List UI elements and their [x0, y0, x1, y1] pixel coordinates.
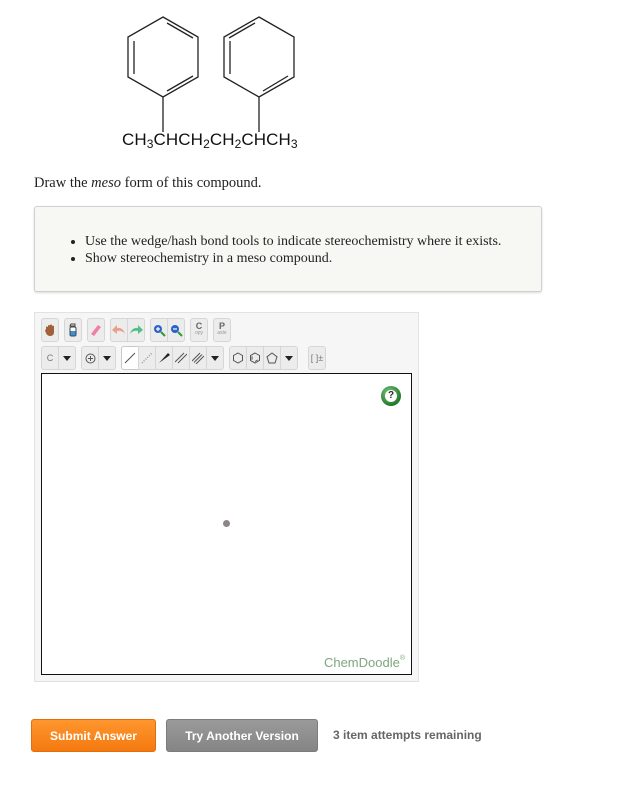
toolbar-row-1: C opy P aste — [41, 318, 231, 342]
instructions-box: Use the wedge/hash bond tools to indicat… — [34, 206, 542, 292]
instructions-list: Use the wedge/hash bond tools to indicat… — [85, 233, 501, 267]
zoom-out-icon — [170, 324, 183, 337]
double-bond-icon — [175, 352, 187, 364]
hash-bond-icon — [141, 352, 153, 364]
paste-icon: P aste — [217, 321, 227, 337]
copy-button[interactable]: C opy — [190, 318, 208, 342]
submit-answer-button[interactable]: Submit Answer — [31, 719, 156, 752]
try-another-version-button[interactable]: Try Another Version — [166, 719, 318, 752]
single-bond-icon — [124, 352, 136, 364]
caret-down-icon — [103, 355, 111, 361]
chemdoodle-watermark: ChemDoodle® — [323, 655, 405, 670]
undo-button[interactable] — [110, 318, 128, 342]
formula-subscript: 2 — [203, 137, 210, 151]
benzene-ring-right — [223, 16, 295, 98]
canvas-center-marker — [223, 520, 230, 527]
benzene-button[interactable] — [246, 346, 264, 370]
formula-text: CHCH — [241, 130, 291, 149]
plus-circle-icon — [85, 353, 95, 363]
attempts-remaining: 3 item attempts remaining — [333, 728, 482, 742]
copy-icon: C opy — [194, 321, 204, 337]
wedge-bond-icon — [159, 353, 170, 363]
formula-text: CH — [209, 130, 235, 149]
chemdoodle-sketcher: C opy P aste C []± ? ChemDoodle® — [34, 312, 419, 682]
eraser-icon — [91, 325, 101, 336]
single-bond-button[interactable] — [121, 346, 139, 370]
atom-dropdown-button[interactable] — [58, 346, 76, 370]
formula-subscript: 3 — [146, 137, 154, 151]
cyclohexane-button[interactable] — [229, 346, 247, 370]
formula-subscript: 3 — [290, 137, 298, 151]
bond-dropdown-button[interactable] — [206, 346, 224, 370]
cyclopentane-button[interactable] — [263, 346, 281, 370]
toolbar-row-2: C []± — [41, 346, 326, 370]
spray-bottle-icon — [69, 323, 77, 337]
redo-button[interactable] — [127, 318, 145, 342]
help-button[interactable]: ? — [381, 386, 401, 406]
charge-button[interactable] — [81, 346, 99, 370]
clear-button[interactable] — [64, 318, 82, 342]
benzene-icon — [250, 352, 260, 364]
question-prompt: Draw the meso form of this compound. — [34, 175, 262, 191]
wedge-bond-button[interactable] — [155, 346, 173, 370]
zoom-in-button[interactable] — [150, 318, 168, 342]
charge-bracket-button[interactable]: [ ]± — [308, 346, 326, 370]
formula-text: CH — [122, 130, 147, 149]
charge-dropdown-button[interactable] — [98, 346, 116, 370]
triple-bond-icon — [192, 352, 204, 364]
instruction-item: Use the wedge/hash bond tools to indicat… — [85, 233, 501, 250]
instruction-item: Show stereochemistry in a meso compound. — [85, 250, 501, 267]
caret-down-icon — [211, 355, 219, 361]
pentagon-icon — [266, 352, 278, 364]
paste-button[interactable]: P aste — [213, 318, 231, 342]
drawing-canvas[interactable]: ? ChemDoodle® — [41, 373, 412, 675]
atom-label-text: C — [46, 353, 54, 363]
caret-down-icon — [285, 355, 293, 361]
atom-label-button[interactable]: C — [41, 346, 59, 370]
erase-button[interactable] — [87, 318, 105, 342]
hand-icon — [45, 324, 54, 336]
hash-bond-button[interactable] — [138, 346, 156, 370]
pan-button[interactable] — [41, 318, 59, 342]
redo-arrow-icon — [130, 325, 143, 334]
formula-text: CHCH — [153, 130, 204, 149]
bracket-charge-icon: [ ]± — [310, 353, 324, 363]
triple-bond-button[interactable] — [189, 346, 207, 370]
hexagon-icon — [233, 352, 243, 364]
undo-arrow-icon — [112, 325, 125, 334]
double-bond-button[interactable] — [172, 346, 190, 370]
zoom-in-icon — [153, 324, 166, 337]
condensed-formula: CH3CHCH2CH2CHCH3 — [122, 130, 298, 150]
question-mark-icon: ? — [385, 390, 397, 402]
benzene-ring-left — [127, 16, 199, 98]
ring-dropdown-button[interactable] — [280, 346, 298, 370]
meso-emphasis: meso — [91, 175, 121, 191]
caret-down-icon — [63, 355, 71, 361]
zoom-out-button[interactable] — [167, 318, 185, 342]
